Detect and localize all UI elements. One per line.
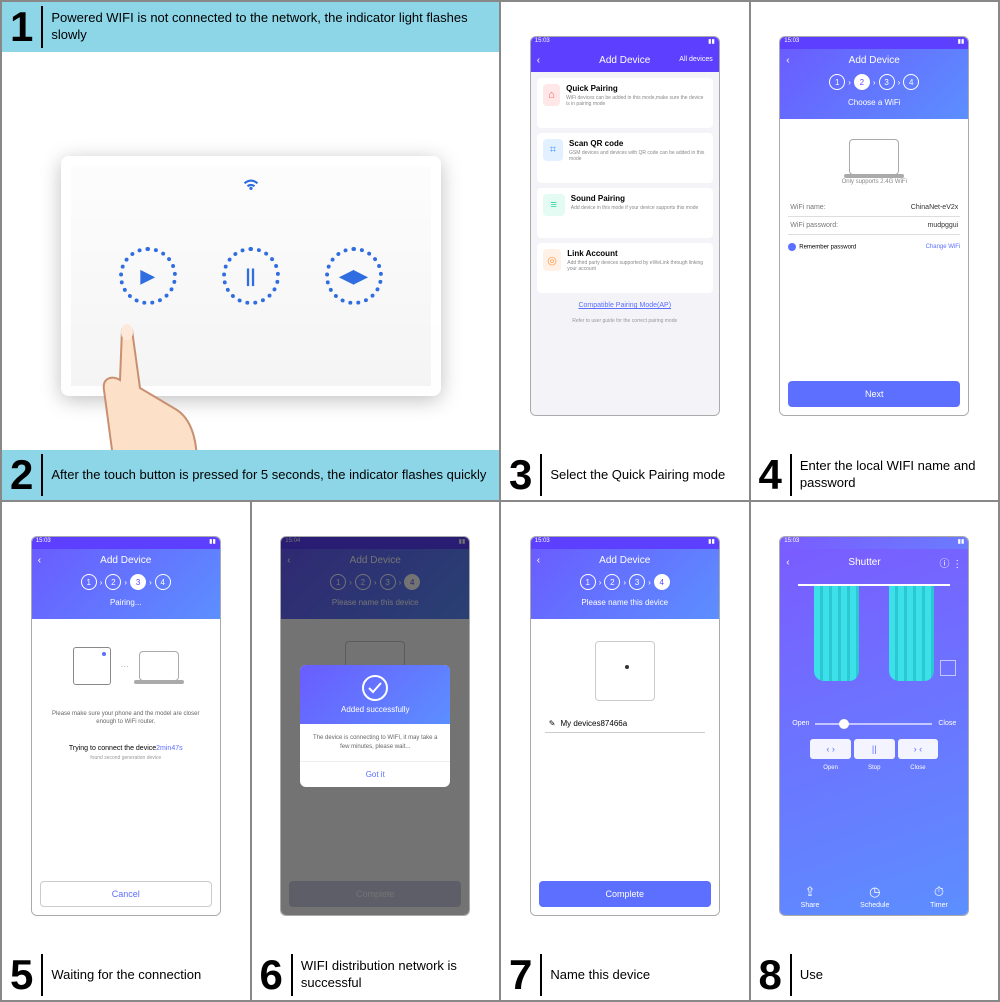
nav-share[interactable]: ⇪Share <box>801 884 820 909</box>
modal-body: The device is connecting to WIFI, it may… <box>300 724 450 761</box>
wizard-step-indicator: 4 <box>903 74 919 90</box>
step-text: After the touch button is pressed for 5 … <box>51 467 491 484</box>
open-control-button[interactable]: ‹ › <box>810 739 851 759</box>
phone-screen-4: 15:03▮▮ ‹ Add Device 1›2›3›4 Choose a Wi… <box>779 36 969 416</box>
complete-button[interactable]: Complete <box>539 881 711 907</box>
modal-overlay: Added successfully The device is connect… <box>281 537 469 915</box>
stop-button[interactable]: || <box>222 247 280 305</box>
wifi-password-field[interactable]: WiFi password: mudpggui <box>788 217 960 235</box>
position-slider[interactable] <box>815 723 932 725</box>
nav-schedule[interactable]: ◷Schedule <box>860 884 889 909</box>
phone-screen-3: 15:03▮▮ ‹ Add Device All devices ⌂ Quick… <box>530 36 720 416</box>
wizard-step-indicator: 2 <box>105 574 121 590</box>
step-8-caption: 8 Use <box>751 950 999 1000</box>
wizard-step-indicator: 3 <box>879 74 895 90</box>
curtain-illustration <box>780 576 968 706</box>
step-2-caption: 2 After the touch button is pressed for … <box>2 450 499 500</box>
back-icon[interactable]: ‹ <box>786 55 789 66</box>
wizard-step-indicator: 3 <box>629 574 645 590</box>
phone-screen-7: 15:03▮▮ ‹ Add Device 1›2›3›4 Please name… <box>530 536 720 916</box>
phone-screen-5: 15:03▮▮ ‹ Add Device 1›2›3›4 Pairing... … <box>31 536 221 916</box>
open-button[interactable]: ▶ <box>119 247 177 305</box>
wizard-step-indicator: 4 <box>155 574 171 590</box>
close-control-button[interactable]: › ‹ <box>898 739 939 759</box>
screen-title: Add Device <box>599 55 650 66</box>
menu-icon[interactable]: ⋮ <box>952 559 962 570</box>
step-4-caption: 4 Enter the local WIFI name and password <box>751 450 999 500</box>
nav-timer[interactable]: ⏱Timer <box>930 884 948 909</box>
device-name-field[interactable]: ✎ My devices87466a <box>545 715 705 733</box>
pairing-mode-card[interactable]: ◎ Link AccountAdd third party devices su… <box>537 243 713 293</box>
remember-password-checkbox[interactable]: Remember password <box>788 243 856 251</box>
edit-icon: ✎ <box>549 719 556 728</box>
pairing-mode-card[interactable]: ≡ Sound PairingAdd device in this mode i… <box>537 188 713 238</box>
next-button[interactable]: Next <box>788 381 960 407</box>
step-6-caption: 6 WIFI distribution network is successfu… <box>252 950 500 1000</box>
change-wifi-link[interactable]: Change WiFi <box>926 244 961 250</box>
wizard-step-indicator: 2 <box>854 74 870 90</box>
step-5-caption: 5 Waiting for the connection <box>2 950 250 1000</box>
wifi-icon <box>241 176 261 197</box>
wizard-step-indicator: 1 <box>580 574 596 590</box>
info-icon[interactable]: ⓘ <box>939 559 949 570</box>
step-3-caption: 3 Select the Quick Pairing mode <box>501 450 749 500</box>
wizard-step-indicator: 3 <box>130 574 146 590</box>
back-icon[interactable]: ‹ <box>537 55 540 66</box>
wizard-step-indicator: 2 <box>604 574 620 590</box>
got-it-button[interactable]: Got it <box>300 761 450 787</box>
cancel-button[interactable]: Cancel <box>40 881 212 907</box>
wizard-step-indicator: 1 <box>81 574 97 590</box>
modal-title: Added successfully <box>341 705 409 714</box>
step-number: 2 <box>10 454 43 496</box>
compatible-mode-link[interactable]: Compatible Pairing Mode(AP) <box>537 302 713 309</box>
pairing-mode-card[interactable]: ⌗ Scan QR codeGSM devices and devices wi… <box>537 133 713 183</box>
phone-screen-6: 15:04▮▮ ‹ Add Device 1›2›3›4 Please name… <box>280 536 470 916</box>
laptop-icon <box>849 139 899 175</box>
device-icon <box>595 641 655 701</box>
stop-control-button[interactable]: || <box>854 739 895 759</box>
step-7-caption: 7 Name this device <box>501 950 749 1000</box>
step-number: 1 <box>10 6 43 48</box>
wifi-name-field[interactable]: WiFi name: ChinaNet-eV2x <box>788 199 960 217</box>
all-devices-link[interactable]: All devices <box>679 56 712 63</box>
switch-panel-illustration: ▶ || ◀▶ <box>2 52 499 500</box>
phone-screen-8: 15:03▮▮ ‹ Shutter ⓘ ⋮ Open <box>779 536 969 916</box>
pairing-illustration: ⋯ <box>40 647 212 685</box>
screen-title: Shutter <box>848 557 880 568</box>
wizard-step-indicator: 1 <box>829 74 845 90</box>
wizard-step-indicator: 4 <box>654 574 670 590</box>
pairing-mode-card[interactable]: ⌂ Quick PairingWiFi devices can be added… <box>537 78 713 128</box>
close-button[interactable]: ◀▶ <box>325 247 383 305</box>
step-1-caption: 1 Powered WIFI is not connected to the n… <box>2 2 499 52</box>
step-text: Powered WIFI is not connected to the net… <box>51 10 491 44</box>
back-icon[interactable]: ‹ <box>786 557 789 568</box>
